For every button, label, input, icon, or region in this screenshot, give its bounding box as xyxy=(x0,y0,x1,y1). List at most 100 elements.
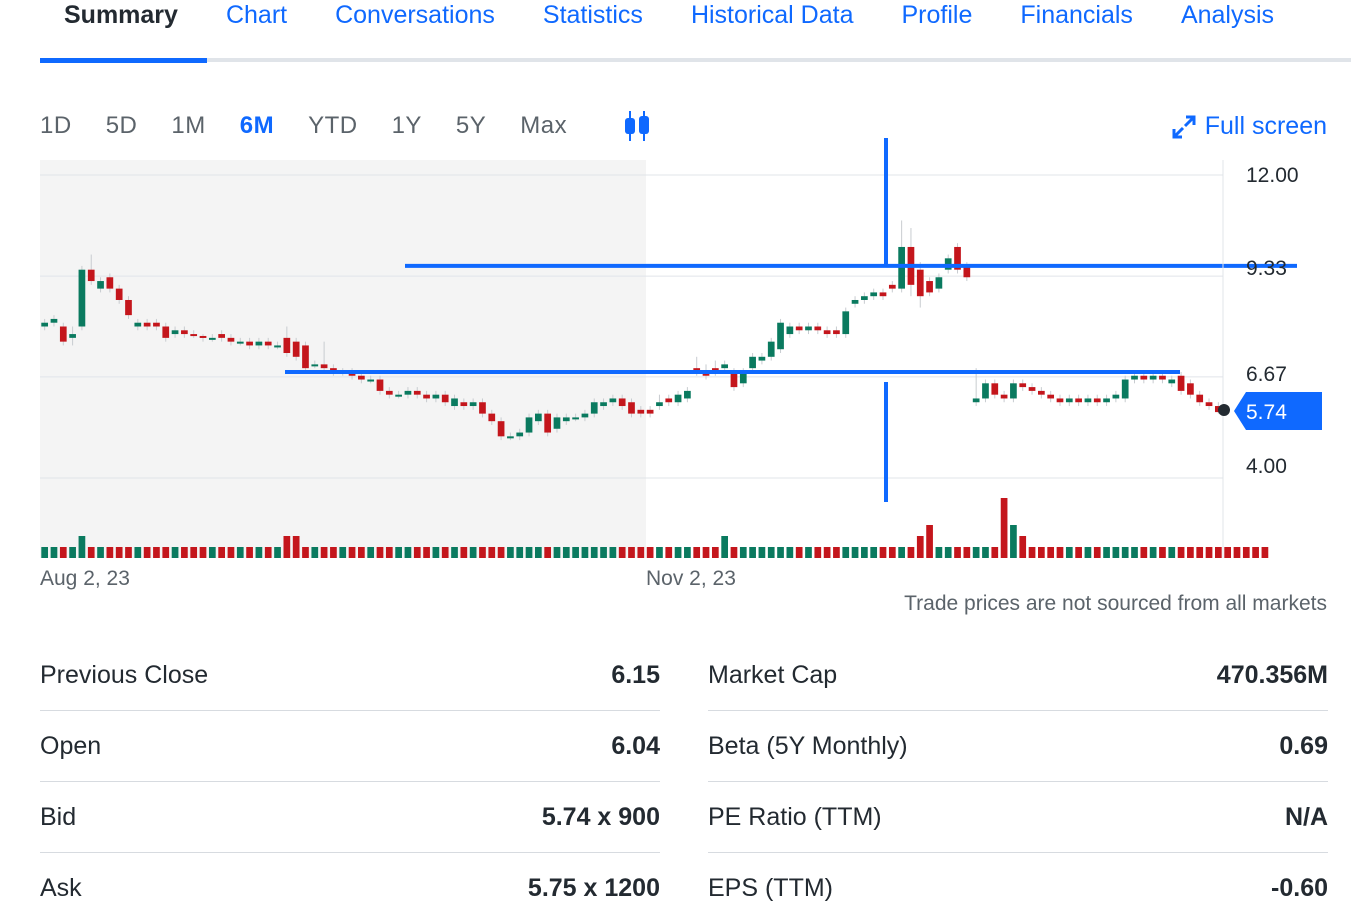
range-5y[interactable]: 5Y xyxy=(456,112,486,140)
volume-bar xyxy=(749,547,756,558)
candle xyxy=(1028,387,1036,391)
candle xyxy=(935,277,943,289)
volume-bar xyxy=(460,547,468,558)
candle xyxy=(628,402,635,414)
candle xyxy=(432,394,440,399)
candle xyxy=(916,269,924,297)
candle xyxy=(181,330,188,335)
volume-bar xyxy=(525,547,533,558)
candle xyxy=(153,322,160,327)
volume-bar xyxy=(367,547,375,558)
candle xyxy=(805,326,812,331)
volume-bar xyxy=(488,547,496,558)
candle xyxy=(1056,398,1064,403)
volume-bar xyxy=(739,547,747,558)
volume-bar xyxy=(479,547,486,558)
range-5d[interactable]: 5D xyxy=(106,112,138,140)
volume-bar xyxy=(926,525,933,558)
candle xyxy=(423,394,430,399)
stat-value: 5.75 x 1200 xyxy=(527,874,660,902)
volume-bar xyxy=(572,547,579,558)
stat-beta: Beta (5Y Monthly) 0.69 xyxy=(708,711,1328,782)
range-max[interactable]: Max xyxy=(520,112,567,140)
candle xyxy=(311,364,319,367)
candle xyxy=(758,356,766,361)
range-1m[interactable]: 1M xyxy=(171,112,205,140)
candle xyxy=(115,288,123,300)
candlestick-icon[interactable] xyxy=(621,109,653,143)
price-chart[interactable]: 12.00 9.33 6.67 4.00 5.74 Aug 2, 23 Nov … xyxy=(40,138,1351,600)
current-price-label: 5.74 xyxy=(1246,401,1287,424)
volume-bar xyxy=(935,547,943,558)
volume-bar xyxy=(544,547,552,558)
candle xyxy=(1121,379,1129,399)
volume-bar xyxy=(208,547,216,558)
candle xyxy=(320,364,328,369)
volume-bar xyxy=(1233,547,1241,558)
volume-bar xyxy=(1242,547,1250,558)
candle xyxy=(50,318,58,323)
candle xyxy=(413,390,421,395)
volume-bar xyxy=(227,547,235,558)
volume-bar xyxy=(1187,547,1194,558)
range-6m[interactable]: 6M xyxy=(240,112,274,140)
candle xyxy=(1093,398,1101,403)
price-chart-svg[interactable]: 12.00 9.33 6.67 4.00 5.74 Aug 2, 23 Nov … xyxy=(40,138,1351,600)
y-tick-label: 4.00 xyxy=(1246,455,1287,478)
volume-bar xyxy=(451,547,458,558)
volume-bar xyxy=(618,547,626,558)
volume-bar xyxy=(590,547,598,558)
stat-value: 6.15 xyxy=(611,660,660,689)
volume-bar xyxy=(302,547,309,558)
volume-bar xyxy=(1047,547,1055,558)
volume-bar xyxy=(534,547,542,558)
range-ytd[interactable]: YTD xyxy=(308,112,358,140)
trade-price-disclaimer: Trade prices are not sourced from all ma… xyxy=(904,592,1327,615)
candle xyxy=(562,417,570,422)
volume-bar xyxy=(162,547,170,558)
volume-bar xyxy=(97,547,104,558)
candle xyxy=(497,421,505,437)
quote-tabs: Summary Chart Conversations Statistics H… xyxy=(40,0,1351,63)
volume-bar xyxy=(339,547,347,558)
tab-financials[interactable]: Financials xyxy=(996,0,1157,58)
candle xyxy=(646,409,654,414)
candle xyxy=(441,394,449,403)
stat-value: 470.356M xyxy=(1216,660,1328,689)
candle xyxy=(1010,383,1017,399)
candle xyxy=(395,394,402,397)
stat-open: Open 6.04 xyxy=(40,711,660,782)
candle xyxy=(87,269,95,282)
volume-bar xyxy=(50,547,58,558)
candle xyxy=(218,334,225,338)
tab-statistics[interactable]: Statistics xyxy=(519,0,667,58)
stat-label: PE Ratio (TTM) xyxy=(708,802,882,831)
candle xyxy=(236,341,244,344)
stat-value: 6.04 xyxy=(611,731,660,760)
candle xyxy=(870,292,878,297)
volume-bar xyxy=(199,547,207,558)
x-tick-label: Nov 2, 23 xyxy=(646,567,736,590)
range-1y[interactable]: 1Y xyxy=(392,112,422,140)
tab-summary[interactable]: Summary xyxy=(40,0,202,58)
range-1d[interactable]: 1D xyxy=(40,112,72,140)
volume-bar xyxy=(1103,547,1110,558)
volume-bar xyxy=(954,547,961,558)
volume-bar xyxy=(190,547,198,558)
tab-conversations[interactable]: Conversations xyxy=(311,0,519,58)
x-tick-label: Aug 2, 23 xyxy=(40,567,130,590)
volume-bar xyxy=(507,547,514,558)
volume-bar xyxy=(134,547,142,558)
volume-bar xyxy=(553,547,561,558)
candle xyxy=(264,341,272,346)
fullscreen-button[interactable]: Full screen xyxy=(1171,112,1327,141)
stat-previous-close: Previous Close 6.15 xyxy=(40,640,660,711)
volume-bar xyxy=(330,547,337,558)
candle xyxy=(833,330,840,335)
candle xyxy=(367,379,375,382)
tab-analysis[interactable]: Analysis xyxy=(1157,0,1298,58)
tab-chart[interactable]: Chart xyxy=(202,0,311,58)
tab-profile[interactable]: Profile xyxy=(878,0,997,58)
candle xyxy=(851,299,859,304)
tab-historical-data[interactable]: Historical Data xyxy=(667,0,878,58)
